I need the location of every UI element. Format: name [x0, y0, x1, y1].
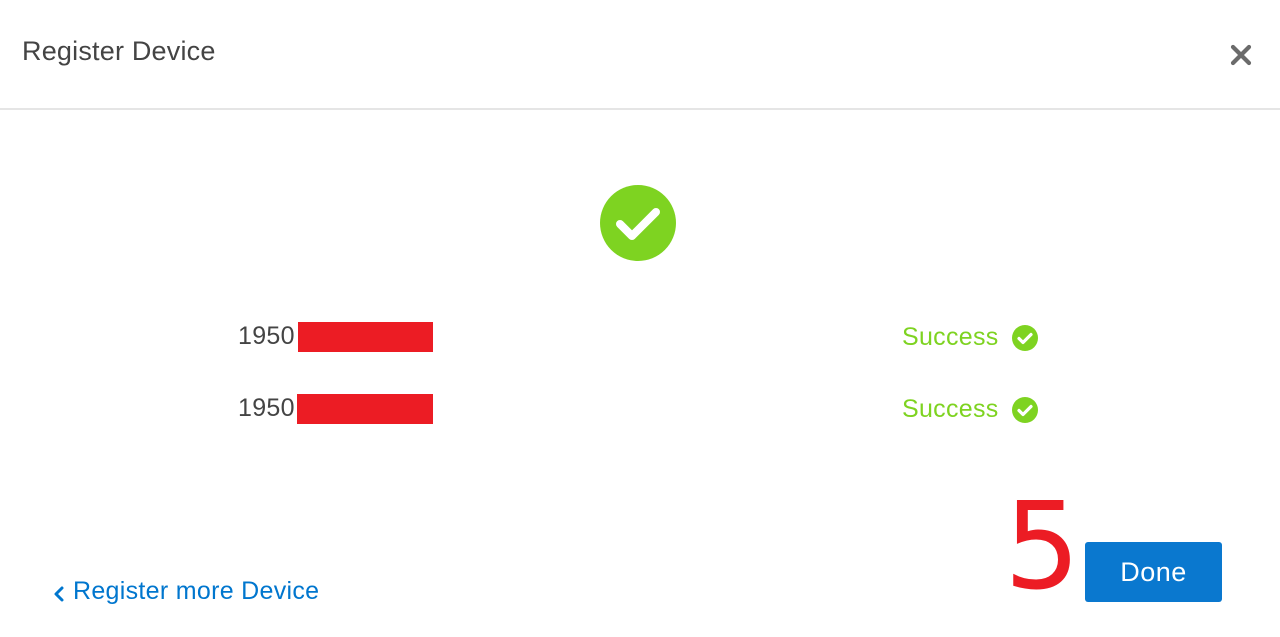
close-icon[interactable]: [1224, 38, 1258, 72]
device-status: Success: [902, 395, 999, 423]
success-check-circle-icon: [600, 185, 676, 261]
register-device-dialog: Register Device 1950 Success 1950 Succes…: [0, 0, 1280, 637]
device-serial: 1950: [238, 394, 295, 422]
redacted-serial-block: [298, 322, 433, 352]
register-more-device-label: Register more Device: [73, 577, 320, 605]
check-circle-icon: [1012, 397, 1038, 423]
chevron-left-icon: [52, 582, 68, 602]
device-status: Success: [902, 323, 999, 351]
check-circle-icon: [1012, 325, 1038, 351]
dialog-title: Register Device: [22, 36, 216, 66]
done-button[interactable]: Done: [1085, 542, 1222, 602]
device-row: 1950 Success: [0, 390, 1280, 430]
dialog-header: Register Device: [0, 0, 1280, 110]
device-serial: 1950: [238, 322, 295, 350]
redacted-serial-block: [297, 394, 433, 424]
register-more-device-link[interactable]: Register more Device: [52, 577, 319, 606]
device-row: 1950 Success: [0, 318, 1280, 358]
annotation-step-number: 5: [1004, 478, 1081, 617]
